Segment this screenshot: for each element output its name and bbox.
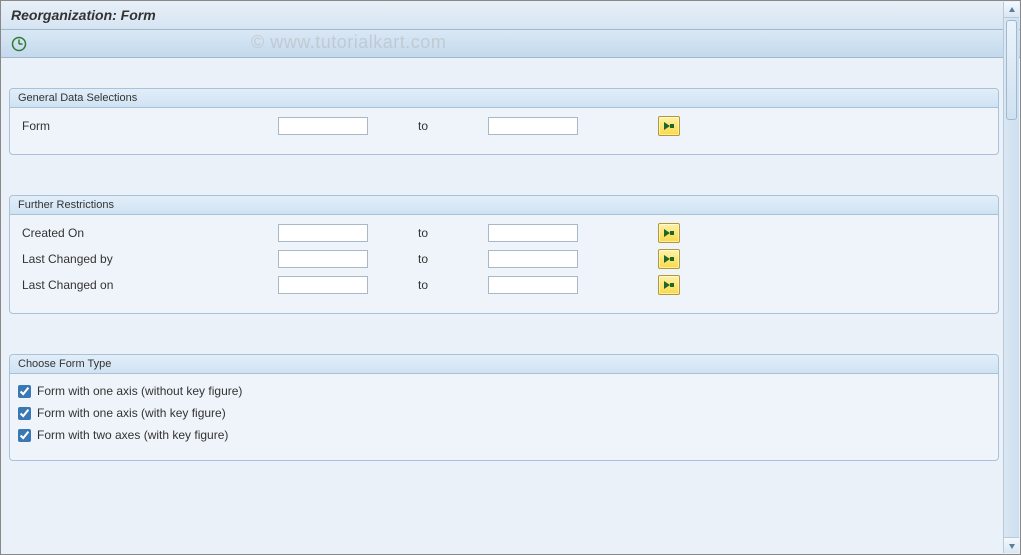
input-created-on-to[interactable] [488,224,578,242]
scroll-thumb[interactable] [1006,20,1017,120]
input-form-to[interactable] [488,117,578,135]
scroll-down-button[interactable] [1004,537,1019,553]
group-header: Choose Form Type [10,355,998,374]
checkbox-label: Form with one axis (with key figure) [37,406,226,420]
label-form: Form [18,119,278,133]
multiple-selection-button[interactable] [658,249,680,269]
check-row-one-axis-key: Form with one axis (with key figure) [18,402,990,424]
multiple-selection-button[interactable] [658,275,680,295]
to-label: to [378,278,478,292]
multiple-selection-button[interactable] [658,116,680,136]
checkbox-label: Form with two axes (with key figure) [37,428,228,442]
group-body: Created On to Last Changed by to Last Ch… [10,215,998,313]
to-label: to [378,252,478,266]
input-last-changed-by-from[interactable] [278,250,368,268]
input-last-changed-by-to[interactable] [488,250,578,268]
group-body: Form to [10,108,998,154]
input-form-from[interactable] [278,117,368,135]
row-last-changed-on: Last Changed on to [18,273,990,297]
window: Reorganization: Form © www.tutorialkart.… [1,1,1020,554]
row-created-on: Created On to [18,221,990,245]
label-last-changed-on: Last Changed on [18,278,278,292]
input-created-on-from[interactable] [278,224,368,242]
checkbox-two-axes-key[interactable] [18,429,31,442]
label-last-changed-by: Last Changed by [18,252,278,266]
group-choose-form-type: Choose Form Type Form with one axis (wit… [9,354,999,461]
to-label: to [378,226,478,240]
to-label: to [378,119,478,133]
vertical-scrollbar[interactable] [1003,2,1019,553]
execute-button[interactable] [11,36,27,52]
check-row-one-axis-no-key: Form with one axis (without key figure) [18,380,990,402]
titlebar: Reorganization: Form [1,1,1020,30]
group-body: Form with one axis (without key figure) … [10,374,998,460]
group-general-data-selections: General Data Selections Form to [9,88,999,155]
row-form: Form to [18,114,990,138]
scroll-up-button[interactable] [1004,2,1019,18]
multiple-selection-button[interactable] [658,223,680,243]
toolbar: © www.tutorialkart.com [1,30,1020,58]
page-title: Reorganization: Form [11,7,1010,23]
group-header: Further Restrictions [10,196,998,215]
checkbox-label: Form with one axis (without key figure) [37,384,242,398]
content-area: General Data Selections Form to Further … [1,58,1020,554]
check-row-two-axes-key: Form with two axes (with key figure) [18,424,990,446]
checkbox-one-axis-key[interactable] [18,407,31,420]
row-last-changed-by: Last Changed by to [18,247,990,271]
label-created-on: Created On [18,226,278,240]
watermark: © www.tutorialkart.com [251,32,446,53]
group-header: General Data Selections [10,89,998,108]
scroll-track[interactable] [1004,18,1019,537]
input-last-changed-on-from[interactable] [278,276,368,294]
input-last-changed-on-to[interactable] [488,276,578,294]
group-further-restrictions: Further Restrictions Created On to Last … [9,195,999,314]
checkbox-one-axis-no-key[interactable] [18,385,31,398]
